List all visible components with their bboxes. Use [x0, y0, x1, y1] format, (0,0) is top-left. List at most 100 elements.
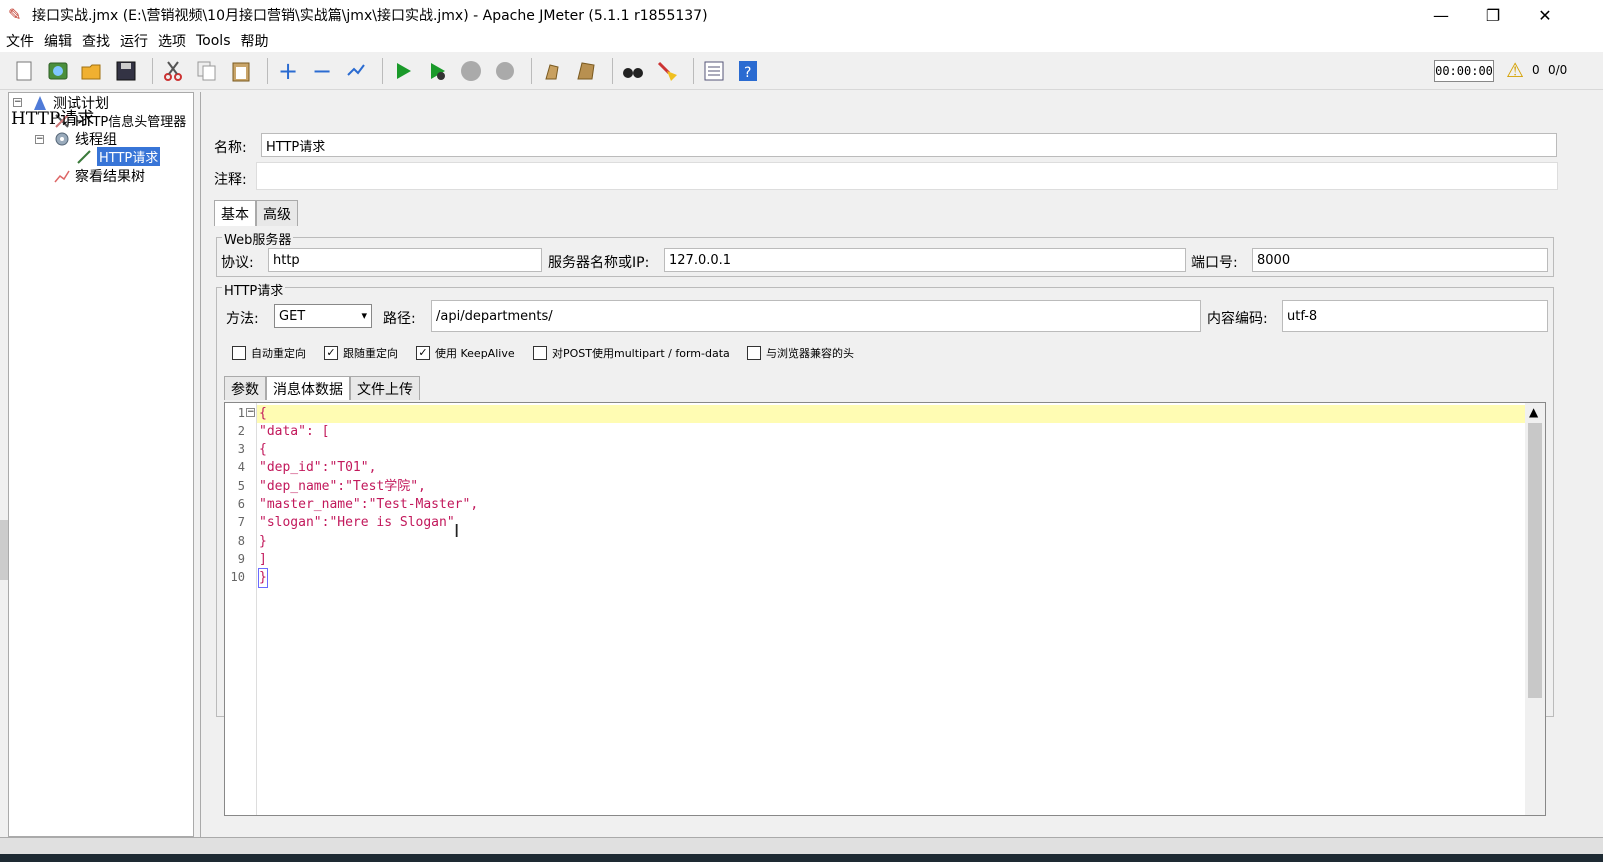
- expand-icon[interactable]: +: [274, 57, 302, 85]
- minimize-button[interactable]: —: [1418, 0, 1464, 30]
- follow-redirects-checkbox[interactable]: ✓ 跟随重定向: [324, 345, 398, 361]
- cut-icon[interactable]: [159, 57, 187, 85]
- line-number: 7: [237, 515, 245, 529]
- splitter-handle[interactable]: [0, 520, 8, 580]
- active-threads: 0/0: [1548, 63, 1568, 77]
- new-icon[interactable]: [10, 57, 38, 85]
- server-field[interactable]: 127.0.0.1: [664, 248, 1186, 272]
- save-icon[interactable]: [112, 57, 140, 85]
- checkbox-box: [533, 346, 547, 360]
- line-number: 5: [237, 479, 245, 493]
- page-title: HTTP请求: [11, 109, 95, 129]
- code-line: {: [259, 442, 267, 457]
- chevron-up-icon[interactable]: ▲: [1529, 405, 1538, 419]
- request-subtabs: 参数 消息体数据 文件上传: [224, 376, 420, 400]
- templates-icon[interactable]: [44, 57, 72, 85]
- port-label: 端口号:: [1191, 255, 1238, 271]
- name-label: 名称:: [214, 140, 247, 156]
- tab-basic[interactable]: 基本: [214, 200, 256, 226]
- comment-field[interactable]: [256, 162, 1558, 190]
- server-label: 服务器名称或IP:: [548, 255, 650, 271]
- code-line: "slogan":"Here is Slogan": [259, 515, 455, 530]
- copy-icon[interactable]: [193, 57, 221, 85]
- start-no-pauses-icon[interactable]: [423, 57, 451, 85]
- menu-run[interactable]: 运行: [120, 31, 148, 51]
- tree-item-thread-group[interactable]: 线程组: [53, 129, 117, 149]
- tab-advanced[interactable]: 高级: [256, 200, 298, 226]
- title-bar: ✎ 接口实战.jmx (E:\营销视频\10月接口营销\实战篇\jmx\接口实战…: [0, 0, 1603, 30]
- toolbar-separator: [382, 57, 383, 84]
- shutdown-icon[interactable]: [491, 57, 519, 85]
- keepalive-checkbox[interactable]: ✓ 使用 KeepAlive: [416, 345, 515, 361]
- line-number: 1: [237, 406, 245, 420]
- svg-text:?: ?: [744, 65, 751, 81]
- reset-search-broom-icon[interactable]: [653, 57, 681, 85]
- main-tabs: 基本 高级: [214, 200, 298, 226]
- tab-body-data[interactable]: 消息体数据: [266, 376, 350, 400]
- line-number: 9: [237, 552, 245, 566]
- toggle-icon[interactable]: [342, 57, 370, 85]
- line-number: 3: [237, 442, 245, 456]
- clear-icon[interactable]: [538, 57, 566, 85]
- menu-search[interactable]: 查找: [82, 31, 110, 51]
- toolbar-separator: [531, 57, 532, 84]
- clear-all-icon[interactable]: [572, 57, 600, 85]
- maximize-button[interactable]: ❐: [1470, 0, 1516, 30]
- browser-headers-checkbox[interactable]: 与浏览器兼容的头: [747, 345, 854, 361]
- scrollbar-thumb[interactable]: [1528, 423, 1542, 698]
- line-number: 10: [230, 570, 245, 584]
- code-line: "data": [: [259, 424, 330, 439]
- close-button[interactable]: ✕: [1522, 0, 1568, 30]
- http-request-group-title: HTTP请求: [222, 280, 286, 299]
- elapsed-timer: 00:00:00: [1434, 60, 1494, 82]
- editor-scrollbar[interactable]: ▲: [1525, 403, 1545, 815]
- paste-icon[interactable]: [227, 57, 255, 85]
- stop-icon[interactable]: [457, 57, 485, 85]
- open-icon[interactable]: [78, 57, 106, 85]
- toolbar-separator: [612, 57, 613, 84]
- path-label: 路径:: [383, 311, 416, 327]
- code-line: "dep_name":"Test学院",: [259, 479, 426, 494]
- tree-item-result-tree[interactable]: 察看结果树: [53, 166, 145, 186]
- menu-help[interactable]: 帮助: [241, 31, 269, 51]
- search-binoculars-icon[interactable]: [619, 57, 647, 85]
- line-number: 2: [237, 424, 245, 438]
- help-icon[interactable]: ?: [734, 57, 762, 85]
- tab-file-upload[interactable]: 文件上传: [350, 376, 420, 400]
- menu-tools[interactable]: Tools: [196, 33, 231, 49]
- code-line: ]: [259, 552, 267, 567]
- collapse-icon[interactable]: −: [308, 57, 336, 85]
- name-field[interactable]: HTTP请求: [261, 133, 1557, 157]
- method-label: 方法:: [226, 311, 259, 327]
- redirect-auto-checkbox[interactable]: 自动重定向: [232, 345, 306, 361]
- menu-file[interactable]: 文件: [6, 31, 34, 51]
- checkbox-box: [747, 346, 761, 360]
- comment-label: 注释:: [214, 172, 247, 188]
- body-data-editor[interactable]: 1 − 2 3 4 5 6 7 8 9 10 { "data": [ { "de…: [224, 402, 1546, 816]
- line-number: 8: [237, 534, 245, 548]
- port-field[interactable]: 8000: [1252, 248, 1548, 272]
- fold-toggle-icon[interactable]: −: [246, 408, 255, 417]
- collapse-toggle[interactable]: −: [35, 135, 44, 144]
- checkbox-box: [232, 346, 246, 360]
- pipette-icon: [75, 148, 93, 166]
- warning-icon[interactable]: ⚠: [1506, 58, 1524, 82]
- encoding-label: 内容编码:: [1207, 311, 1268, 327]
- multipart-checkbox[interactable]: 对POST使用multipart / form-data: [533, 345, 730, 361]
- start-icon[interactable]: [389, 57, 417, 85]
- tree-item-http-request[interactable]: HTTP请求: [75, 147, 161, 166]
- path-field[interactable]: /api/departments/: [431, 300, 1201, 332]
- protocol-field[interactable]: http: [268, 248, 542, 272]
- function-helper-icon[interactable]: [700, 57, 728, 85]
- method-select[interactable]: GET ▾: [274, 304, 372, 328]
- jmeter-feather-icon: ✎: [8, 5, 22, 24]
- menu-edit[interactable]: 编辑: [44, 31, 72, 51]
- encoding-field[interactable]: utf-8: [1282, 300, 1548, 332]
- toolbar-separator: [267, 57, 268, 84]
- current-line-highlight: [257, 405, 1525, 423]
- text-cursor-icon: I: [454, 521, 460, 542]
- menu-options[interactable]: 选项: [158, 31, 186, 51]
- tab-parameters[interactable]: 参数: [224, 376, 266, 400]
- code-line: }: [258, 568, 268, 588]
- code-line: "master_name":"Test-Master",: [259, 497, 479, 512]
